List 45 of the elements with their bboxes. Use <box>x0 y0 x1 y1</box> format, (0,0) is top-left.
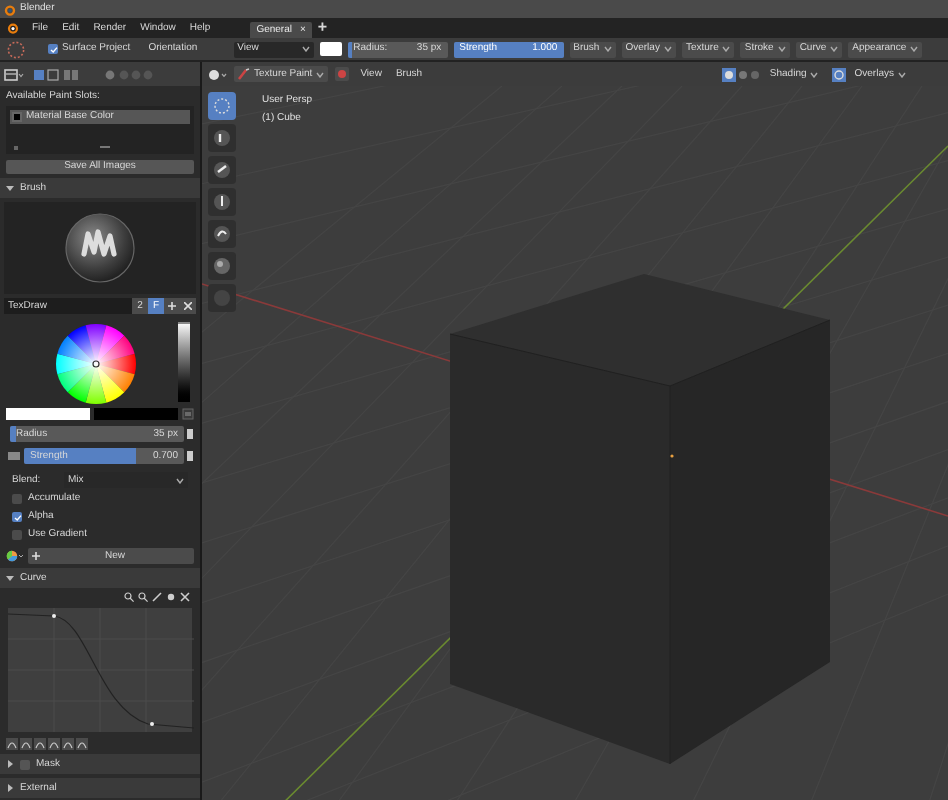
plus-icon <box>32 552 40 560</box>
caret-icon <box>810 71 819 77</box>
caret-icon <box>722 46 731 52</box>
caret-icon <box>777 46 786 52</box>
editor-type-icon <box>4 67 24 81</box>
zoom-out-icon <box>138 592 148 604</box>
brush-preview-icon <box>62 210 138 286</box>
brush-icon <box>238 68 250 80</box>
add-tab-button[interactable]: + <box>317 20 328 36</box>
add-brush-button[interactable] <box>164 298 180 314</box>
checkbox[interactable] <box>12 494 22 504</box>
checkbox[interactable] <box>12 512 22 522</box>
tool-button[interactable] <box>208 252 236 280</box>
color-swatch[interactable] <box>319 42 342 56</box>
dot-icon <box>166 592 176 604</box>
close-icon <box>180 592 190 604</box>
secondary-color-swatch[interactable] <box>94 408 178 420</box>
color-wheel <box>54 322 138 406</box>
properties-tabs-icon <box>32 67 84 81</box>
checkbox[interactable] <box>12 530 22 540</box>
caret-icon <box>316 71 325 77</box>
brush-circle-icon <box>6 39 26 59</box>
close-icon[interactable] <box>180 298 196 314</box>
caret-icon <box>603 46 612 52</box>
caret-icon <box>301 46 310 52</box>
caret-icon <box>898 71 906 77</box>
tool-button[interactable] <box>208 156 236 184</box>
primary-color-swatch[interactable] <box>6 408 90 420</box>
caret-icon <box>663 46 672 52</box>
texture-slot-icon <box>334 66 351 82</box>
tool-button[interactable] <box>208 188 236 216</box>
swap-colors-icon <box>182 408 194 420</box>
checkbox[interactable] <box>48 44 58 54</box>
caret-icon <box>176 477 184 483</box>
zoom-in-icon <box>124 592 134 604</box>
caret-icon <box>910 46 919 52</box>
tool-button[interactable] <box>208 220 236 248</box>
editor-type-icon <box>208 67 228 81</box>
pressure-icon <box>6 448 22 464</box>
tool-button[interactable] <box>208 124 236 152</box>
value-slider[interactable] <box>178 322 190 402</box>
shading-mode-icons <box>721 67 762 81</box>
overlays-icon <box>832 67 847 81</box>
checkbox[interactable] <box>20 759 30 769</box>
caret-icon <box>830 46 839 52</box>
